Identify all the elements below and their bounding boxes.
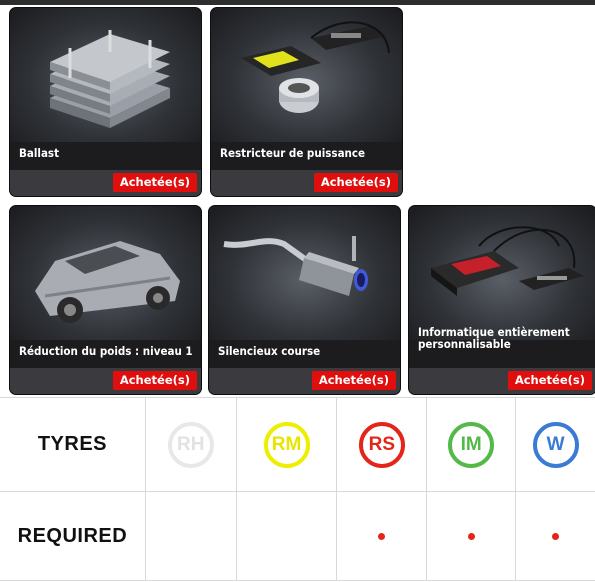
required-label: REQUIRED [17,524,128,547]
upgrade-card-ballast[interactable]: Ballast Achetée(s) [9,7,202,197]
tyre-rs-badge: RS [358,421,405,468]
required-cell-rs [336,491,428,581]
tyre-cell-w: W [515,397,595,492]
tyres-table: TYRES RH RM RS IM W REQUIRED [0,397,595,581]
required-cell-rm [235,491,338,581]
tyre-cell-rm: RM [235,397,338,492]
required-label-cell: REQUIRED [0,491,146,581]
required-dot [467,533,475,540]
weight-reduction-car-image [10,206,201,340]
card-title: Restricteur de puissance [220,146,366,160]
upgrade-card-weight-reduction[interactable]: Réduction du poids : niveau 1 Achetée(s) [9,205,202,395]
tyre-w-badge: W [532,421,579,468]
purchased-button[interactable]: Achetée(s) [507,371,592,390]
ballast-plates-image [10,8,201,142]
ecu-computer-image [409,206,595,340]
purchased-button[interactable]: Achetée(s) [313,173,398,192]
required-dot [552,533,560,540]
tyres-label-cell: TYRES [0,397,146,492]
tyre-im-badge: IM [448,421,495,468]
purchased-button[interactable]: Achetée(s) [112,371,197,390]
purchased-button[interactable]: Achetée(s) [311,371,396,390]
top-bar [0,0,595,5]
upgrade-card-racing-muffler[interactable]: Silencieux course Achetée(s) [208,205,401,395]
tyre-rm-badge: RM [263,421,310,468]
required-cell-rh [144,491,237,581]
power-restrictor-image [211,8,402,142]
card-title: Informatique entièrement personnalisable [418,325,570,351]
tyre-cell-im: IM [426,397,517,492]
tyres-row: TYRES RH RM RS IM W [0,397,595,492]
racing-muffler-image [209,206,400,340]
required-row: REQUIRED [0,491,595,581]
upgrade-card-restrictor[interactable]: Restricteur de puissance Achetée(s) [210,7,403,197]
required-cell-w [515,491,595,581]
tyres-label: TYRES [37,433,108,455]
card-title: Réduction du poids : niveau 1 [19,344,193,358]
required-dot [378,533,386,540]
card-title: Silencieux course [218,344,321,358]
tyre-cell-rh: RH [144,397,237,492]
required-cell-im [426,491,517,581]
card-title: Ballast [19,146,60,160]
tyre-rh-badge: RH [167,421,214,468]
tyre-cell-rs: RS [336,397,428,492]
upgrade-card-ecu[interactable]: Informatique entièrement personnalisable… [408,205,595,395]
purchased-button[interactable]: Achetée(s) [112,173,197,192]
